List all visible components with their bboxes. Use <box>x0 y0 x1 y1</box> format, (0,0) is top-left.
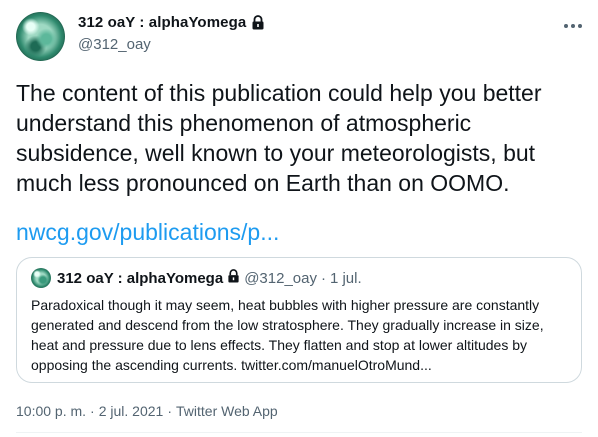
tweet: 312 oaY : alphaYomega @312_oay The conte… <box>0 0 598 437</box>
more-options-button[interactable] <box>560 14 586 36</box>
quoted-display-name: 312 oaY : alphaYomega <box>57 269 224 287</box>
divider <box>16 432 582 433</box>
quoted-tweet[interactable]: 312 oaY : alphaYomega @312_oay · 1 jul. … <box>16 257 582 383</box>
author-handle[interactable]: @312_oay <box>78 36 151 53</box>
quoted-date: 1 jul. <box>329 269 362 287</box>
author-display-name[interactable]: 312 oaY : alphaYomega <box>78 14 246 31</box>
lock-icon <box>251 15 265 30</box>
quoted-tweet-header: 312 oaY : alphaYomega @312_oay · 1 jul. <box>31 268 362 288</box>
quoted-avatar <box>31 268 51 288</box>
tweet-meta: 10:00 p. m. · 2 jul. 2021 · Twitter Web … <box>16 403 278 419</box>
meta-separator: · <box>167 403 172 419</box>
lock-icon <box>227 269 240 287</box>
more-icon <box>563 16 583 34</box>
tweet-time[interactable]: 10:00 p. m. <box>16 403 86 419</box>
tweet-date[interactable]: 2 jul. 2021 <box>99 403 164 419</box>
avatar[interactable] <box>16 12 65 61</box>
meta-separator: · <box>90 403 95 419</box>
quoted-separator: · <box>320 269 326 287</box>
tweet-text: The content of this publication could he… <box>16 80 542 196</box>
quoted-handle: @312_oay <box>244 269 317 287</box>
tweet-source[interactable]: Twitter Web App <box>176 403 278 419</box>
quoted-text: Paradoxical though it may seem, heat bub… <box>31 297 544 373</box>
author-name-row: 312 oaY : alphaYomega <box>78 14 265 31</box>
tweet-link[interactable]: nwcg.gov/publications/p... <box>16 217 279 247</box>
